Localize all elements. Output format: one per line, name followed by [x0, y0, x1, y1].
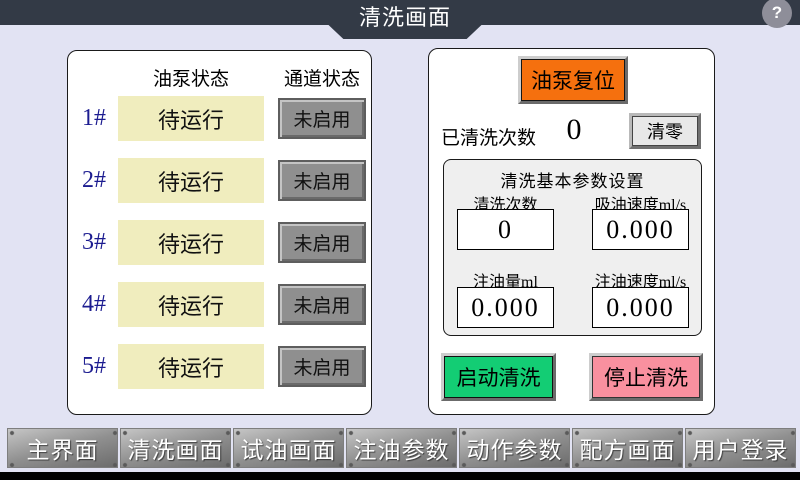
channel-status-header: 通道状态	[278, 64, 366, 91]
channel-status-button[interactable]: 未启用	[278, 284, 366, 325]
pump-row-number: 1#	[72, 96, 116, 141]
hmi-screen: 清洗画面 ? 油泵状态 通道状态 1# 待运行 未启用 2# 待运行 未启用 3…	[0, 0, 800, 480]
nav-oil-test-screen[interactable]: 试油画面	[233, 428, 344, 468]
inject-volume-input[interactable]: 0.000	[457, 287, 554, 328]
cleaning-control-panel: 油泵复位 已清洗次数 0 清零 清洗基本参数设置 清洗次数 0 吸油速度ml/s…	[428, 48, 715, 415]
bottom-black-strip	[0, 472, 800, 480]
channel-status-button[interactable]: 未启用	[278, 160, 366, 201]
wash-count-input[interactable]: 0	[457, 209, 554, 250]
params-group-title: 清洗基本参数设置	[444, 167, 701, 192]
pump-row-number: 3#	[72, 220, 116, 265]
pump-row-number: 4#	[72, 282, 116, 327]
cleaning-params-group: 清洗基本参数设置 清洗次数 0 吸油速度ml/s 0.000 注油量ml 0.0…	[443, 159, 702, 336]
pump-status-display: 待运行	[118, 96, 264, 141]
question-mark-icon: ?	[772, 3, 782, 23]
inject-speed-input[interactable]: 0.000	[592, 287, 689, 328]
nav-injection-params[interactable]: 注油参数	[346, 428, 457, 468]
washed-count-label: 已清洗次数	[441, 123, 536, 150]
clear-count-button[interactable]: 清零	[629, 113, 701, 149]
page-title-tab: 清洗画面	[326, 0, 484, 39]
page-title: 清洗画面	[359, 0, 451, 40]
washed-count-value: 0	[547, 113, 601, 147]
channel-status-button[interactable]: 未启用	[278, 222, 366, 263]
pump-row-number: 5#	[72, 344, 116, 389]
pump-reset-button[interactable]: 油泵复位	[518, 56, 628, 104]
bottom-nav-bar: 主界面 清洗画面 试油画面 注油参数 动作参数 配方画面 用户登录	[7, 428, 800, 468]
pump-status-panel: 油泵状态 通道状态 1# 待运行 未启用 2# 待运行 未启用 3# 待运行 未…	[67, 50, 372, 415]
suction-speed-input[interactable]: 0.000	[592, 209, 689, 250]
pump-status-display: 待运行	[118, 158, 264, 203]
channel-status-button[interactable]: 未启用	[278, 346, 366, 387]
pump-status-display: 待运行	[118, 220, 264, 265]
nav-user-login[interactable]: 用户登录	[685, 428, 796, 468]
nav-cleaning-screen[interactable]: 清洗画面	[120, 428, 231, 468]
pump-status-display: 待运行	[118, 344, 264, 389]
nav-recipe-screen[interactable]: 配方画面	[572, 428, 683, 468]
channel-status-button[interactable]: 未启用	[278, 98, 366, 139]
pump-status-display: 待运行	[118, 282, 264, 327]
nav-action-params[interactable]: 动作参数	[459, 428, 570, 468]
pump-row-number: 2#	[72, 158, 116, 203]
nav-main-screen[interactable]: 主界面	[7, 428, 118, 468]
stop-cleaning-button[interactable]: 停止清洗	[589, 353, 703, 401]
pump-status-header: 油泵状态	[118, 64, 264, 91]
start-cleaning-button[interactable]: 启动清洗	[441, 353, 556, 401]
